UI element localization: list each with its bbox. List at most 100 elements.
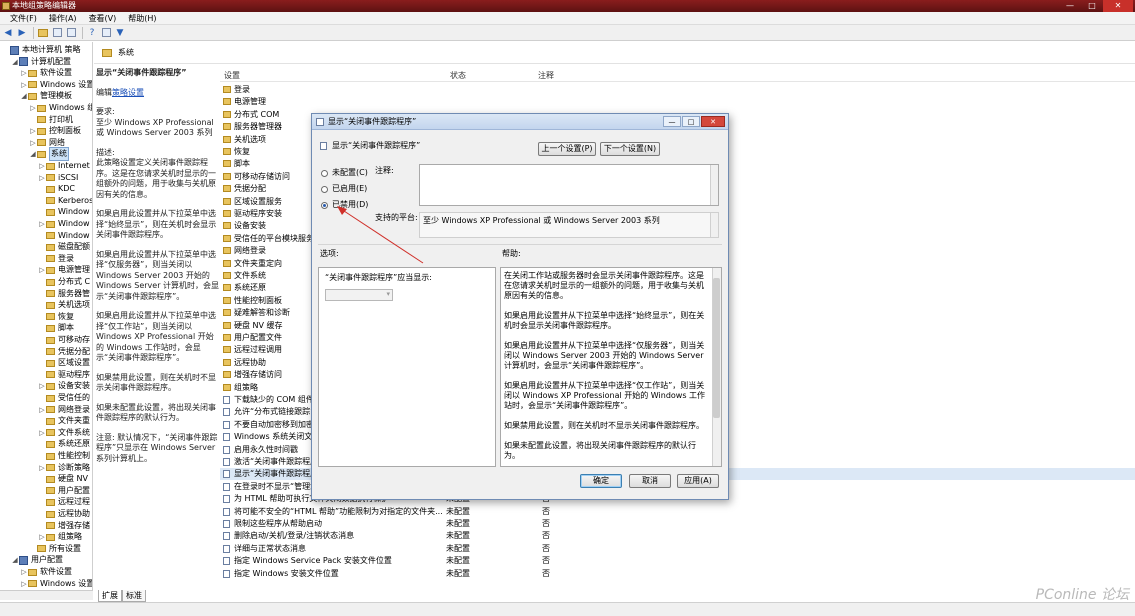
column-state[interactable]: 状态 bbox=[450, 70, 466, 81]
help-icon[interactable]: ? bbox=[86, 27, 98, 39]
radio-disabled[interactable]: 已禁用(D) bbox=[321, 200, 368, 210]
expand-arrow-icon[interactable]: ◢ bbox=[11, 56, 19, 68]
expand-arrow-icon[interactable]: ▷ bbox=[20, 67, 28, 79]
expand-arrow-icon[interactable]: ▷ bbox=[38, 218, 46, 230]
table-row[interactable]: 电源管理 bbox=[220, 96, 1135, 108]
tree-item[interactable]: ▷ 软件设置 bbox=[20, 67, 72, 79]
expand-arrow-icon[interactable]: ◢ bbox=[29, 148, 37, 160]
supported-scrollbar[interactable] bbox=[710, 213, 718, 237]
tree-item[interactable]: ◢ 系统 bbox=[29, 147, 69, 162]
ok-button[interactable]: 确定 bbox=[580, 474, 622, 488]
help-scrollbar[interactable] bbox=[712, 268, 721, 466]
dialog-maximize-button[interactable]: □ bbox=[682, 116, 700, 127]
expand-arrow-icon[interactable]: ▷ bbox=[20, 578, 28, 590]
tree-item[interactable]: 增强存储 bbox=[38, 520, 90, 532]
expand-arrow-icon[interactable]: ▷ bbox=[38, 160, 46, 172]
tree-item[interactable]: Kerberos bbox=[38, 195, 92, 207]
properties-icon[interactable] bbox=[100, 27, 112, 39]
expand-arrow-icon[interactable]: ▷ bbox=[29, 102, 37, 114]
tree-horizontal-scrollbar[interactable] bbox=[0, 590, 93, 600]
expand-arrow-icon[interactable]: ▷ bbox=[38, 380, 46, 392]
menu-item[interactable]: 文件(F) bbox=[4, 12, 43, 24]
table-row[interactable]: 详细与正常状态消息 未配置 否 bbox=[220, 543, 1135, 555]
tree-item[interactable]: 本地计算机 策略 bbox=[2, 44, 81, 56]
dialog-close-button[interactable]: ✕ bbox=[701, 116, 725, 127]
tree-item[interactable]: 系统还原 bbox=[38, 438, 90, 450]
cancel-button[interactable]: 取消 bbox=[629, 474, 671, 488]
export-list-icon[interactable] bbox=[65, 27, 77, 39]
tree-item[interactable]: ▷ Windows 设置 bbox=[20, 578, 92, 590]
tree-item[interactable]: ◢ 管理模板 bbox=[20, 90, 72, 102]
tab-standard[interactable]: 标准 bbox=[122, 590, 146, 602]
expand-arrow-icon[interactable]: ▷ bbox=[38, 264, 46, 276]
table-row[interactable]: 限制这些程序从帮助启动 未配置 否 bbox=[220, 518, 1135, 530]
menu-item[interactable]: 操作(A) bbox=[43, 12, 83, 24]
radio-enabled[interactable]: 已启用(E) bbox=[321, 184, 367, 194]
table-row[interactable]: 登录 bbox=[220, 84, 1135, 96]
menu-item[interactable]: 帮助(H) bbox=[122, 12, 162, 24]
tree-item[interactable]: 性能控制 bbox=[38, 450, 90, 462]
expand-arrow-icon[interactable]: ▷ bbox=[29, 125, 37, 137]
minimize-button[interactable]: — bbox=[1059, 0, 1081, 12]
tree-item[interactable]: ▷ 设备安装 bbox=[38, 380, 90, 392]
tree-item[interactable]: 文件夹重 bbox=[38, 415, 90, 427]
radio-circle[interactable] bbox=[321, 185, 328, 193]
tree-item[interactable]: ▷ iSCSI bbox=[38, 172, 78, 184]
tree-item[interactable]: ▷ Windows 设置 bbox=[20, 79, 92, 91]
tree-item[interactable]: 恢复 bbox=[38, 311, 74, 323]
tree-item[interactable]: ▷ Internet bbox=[38, 160, 89, 172]
tree-item[interactable]: 磁盘配额 bbox=[38, 241, 90, 253]
up-folder-icon[interactable] bbox=[37, 27, 49, 39]
table-row[interactable]: 将可能不安全的“HTML 帮助”功能限制为对指定的文件夹... 未配置 否 bbox=[220, 506, 1135, 518]
tree-item[interactable]: 远程协助 bbox=[38, 508, 90, 520]
tab-extended[interactable]: 扩展 bbox=[98, 590, 122, 602]
tree-item[interactable]: 驱动程序 bbox=[38, 369, 90, 381]
expand-arrow-icon[interactable]: ◢ bbox=[20, 90, 28, 102]
tree-item[interactable]: ▷ 电源管理 bbox=[38, 264, 90, 276]
next-setting-button[interactable]: 下一个设置(N) bbox=[600, 142, 660, 156]
column-setting[interactable]: 设置 bbox=[224, 70, 240, 81]
previous-setting-button[interactable]: 上一个设置(P) bbox=[538, 142, 596, 156]
forward-arrow-icon[interactable]: ▶ bbox=[16, 27, 28, 39]
table-row[interactable]: 指定 Windows Service Pack 安装文件位置 未配置 否 bbox=[220, 555, 1135, 567]
expand-arrow-icon[interactable]: ▷ bbox=[38, 404, 46, 416]
comment-scrollbar[interactable] bbox=[710, 165, 718, 205]
tree-item[interactable]: 凭据分配 bbox=[38, 346, 90, 358]
apply-button[interactable]: 应用(A) bbox=[677, 474, 719, 488]
tree-item[interactable]: ◢ 用户配置 bbox=[11, 554, 63, 566]
tree-item[interactable]: ◢ 计算机配置 bbox=[11, 56, 71, 68]
tree-item[interactable]: 远程过程 bbox=[38, 496, 90, 508]
tree-item[interactable]: ▷ 网络登录 bbox=[38, 404, 90, 416]
expand-arrow-icon[interactable]: ▷ bbox=[38, 462, 46, 474]
expand-arrow-icon[interactable]: ▷ bbox=[38, 172, 46, 184]
show-tracker-dropdown[interactable] bbox=[325, 289, 393, 301]
tree-item[interactable]: Window bbox=[38, 206, 90, 218]
tree-item[interactable]: 脚本 bbox=[38, 322, 74, 334]
table-row[interactable]: 指定 Windows 安装文件位置 未配置 否 bbox=[220, 568, 1135, 580]
tree-item[interactable]: ▷ 诊断策略 bbox=[38, 462, 90, 474]
tree-item[interactable]: 登录 bbox=[38, 253, 74, 265]
expand-arrow-icon[interactable]: ▷ bbox=[20, 79, 28, 91]
tree-item[interactable]: 用户配置 bbox=[38, 485, 90, 497]
tree-item[interactable]: 可移动存 bbox=[38, 334, 90, 346]
radio-not-configured[interactable]: 未配置(C) bbox=[321, 168, 368, 178]
edit-policy-link[interactable]: 策略设置 bbox=[112, 88, 144, 97]
tree-item[interactable]: Window bbox=[38, 230, 90, 242]
tree-item[interactable]: ▷ 文件系统 bbox=[38, 427, 90, 439]
menu-item[interactable]: 查看(V) bbox=[83, 12, 123, 24]
tree-item[interactable]: 打印机 bbox=[29, 114, 73, 126]
tree-item[interactable]: 服务器管 bbox=[38, 288, 90, 300]
table-row[interactable]: 删除启动/关机/登录/注销状态消息 未配置 否 bbox=[220, 530, 1135, 542]
filter-icon[interactable]: ▼ bbox=[114, 27, 126, 39]
tree-item[interactable]: 区域设置 bbox=[38, 357, 90, 369]
tree-item[interactable]: 硬盘 NV bbox=[38, 473, 88, 485]
maximize-button[interactable]: □ bbox=[1081, 0, 1103, 12]
tree-item[interactable]: ▷ 软件设置 bbox=[20, 566, 72, 578]
help-scrollbar-thumb[interactable] bbox=[713, 278, 720, 418]
close-button[interactable]: ✕ bbox=[1103, 0, 1133, 12]
radio-circle[interactable] bbox=[321, 169, 328, 177]
dialog-minimize-button[interactable]: — bbox=[663, 116, 681, 127]
tree-item[interactable]: 分布式 C bbox=[38, 276, 90, 288]
comment-textarea[interactable] bbox=[419, 164, 719, 206]
tree-item[interactable]: 关机选项 bbox=[38, 299, 90, 311]
